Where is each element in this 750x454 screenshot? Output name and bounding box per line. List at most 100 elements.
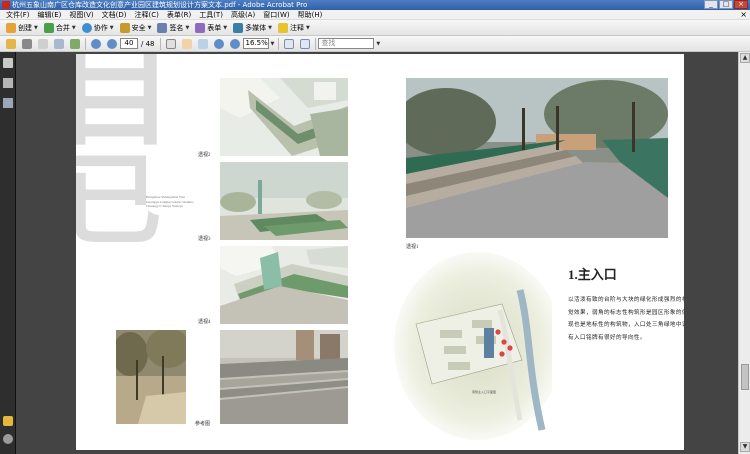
menu-help[interactable]: 帮助(H) [294, 10, 327, 19]
combine-button[interactable]: 合并 ▼ [41, 21, 79, 34]
zoom-level-input[interactable]: 16.5% [242, 38, 269, 49]
sign-button[interactable]: 签名 ▼ [154, 21, 192, 34]
find-dropdown-icon[interactable]: ▼ [374, 41, 382, 47]
forms-button[interactable]: 表单 ▼ [192, 21, 230, 34]
zoom-in-button[interactable] [227, 37, 243, 50]
email-button[interactable] [51, 37, 67, 50]
attachments-icon[interactable] [3, 434, 13, 444]
signatures-icon[interactable] [3, 98, 13, 108]
caption-view2: 透视2 [198, 153, 211, 158]
find-input[interactable]: 查找 [318, 38, 375, 49]
fit-width-button[interactable] [297, 37, 313, 50]
sign-label: 签名 [169, 23, 184, 32]
pages-icon[interactable] [3, 58, 13, 68]
zoom-in-icon [229, 38, 240, 49]
site-plan-label: 南侧主入口平面图 [472, 390, 497, 394]
form-icon [195, 22, 206, 33]
maximize-button[interactable]: □ [719, 0, 733, 9]
secure-button[interactable]: 安全 ▼ [117, 21, 155, 34]
chevron-down-icon: ▼ [34, 24, 38, 31]
film-icon [233, 22, 244, 33]
menu-comments[interactable]: 注释(C) [131, 10, 163, 19]
create-button[interactable]: 创建 ▼ [3, 21, 41, 34]
fit-page-button[interactable] [281, 37, 297, 50]
caption-reference: 参考图 [195, 422, 211, 427]
collaborate-icon [81, 22, 92, 33]
menu-document[interactable]: 文档(D) [98, 10, 131, 19]
fit-width-icon [300, 38, 311, 49]
total-pages: / 48 [141, 39, 155, 48]
menu-forms[interactable]: 表单(R) [163, 10, 195, 19]
toolbar-separator [159, 37, 161, 50]
menu-tools[interactable]: 工具(T) [195, 10, 227, 19]
menu-bar: 文件(F) 编辑(E) 视图(V) 文档(D) 注释(C) 表单(R) 工具(T… [0, 10, 750, 20]
forms-label: 表单 [207, 23, 222, 32]
pinyin-caption: Hangzhou Yuhangshan Nan Guangqu Cangku G… [146, 195, 194, 208]
collaborate-label: 协作 [93, 23, 108, 32]
caption-view3: 透视3 [198, 237, 211, 242]
pen-icon [157, 22, 168, 33]
perspective-1-image [406, 78, 668, 238]
scroll-down-icon[interactable]: ▼ [740, 442, 750, 452]
combine-label: 合并 [55, 23, 70, 32]
print-button[interactable] [19, 37, 35, 50]
printer-icon [22, 38, 32, 49]
comment-label: 注释 [290, 23, 305, 32]
upload-icon [70, 38, 80, 49]
up-arrow-icon [91, 38, 101, 49]
menu-file[interactable]: 文件(F) [2, 10, 34, 19]
cursor-icon [165, 38, 176, 49]
task-toolbar: 创建 ▼ 合并 ▼ 协作 ▼ 安全 ▼ 签名 ▼ 表单 ▼ 多媒体 ▼ 注释 ▼ [0, 20, 750, 36]
multimedia-button[interactable]: 多媒体 ▼ [230, 21, 275, 34]
fit-page-icon [284, 38, 295, 49]
create-label: 创建 [18, 23, 32, 32]
marquee-zoom-button[interactable] [195, 37, 211, 50]
vertical-scrollbar[interactable]: ▲ ▼ [738, 52, 750, 454]
chevron-down-icon: ▼ [71, 24, 76, 31]
window-title-bar: 杭州五象山南广区仓库改造文化创意产业园区建筑规划设计方案文本.pdf - Ado… [0, 0, 750, 10]
menu-window[interactable]: 窗口(W) [259, 10, 293, 19]
chevron-down-icon: ▼ [185, 24, 190, 31]
menu-view[interactable]: 视图(V) [65, 10, 97, 19]
toolbar-separator [315, 37, 317, 50]
menu-edit[interactable]: 编辑(E) [34, 10, 66, 19]
comment-icon [278, 22, 289, 33]
chevron-down-icon: ▼ [147, 24, 152, 31]
save-button[interactable] [35, 37, 51, 50]
zoom-dropdown-icon[interactable]: ▼ [269, 41, 277, 47]
reference-image-steps [220, 330, 348, 424]
hand-tool-button[interactable] [179, 37, 195, 50]
page-number-input[interactable]: 40 [120, 38, 138, 49]
document-area[interactable]: 目 已 Hangzhou Yuhangshan Nan Guangqu Cang… [16, 52, 738, 454]
collaborate-button[interactable]: 协作 ▼ [79, 21, 117, 34]
hand-icon [181, 38, 192, 49]
document-close-icon[interactable]: × [740, 10, 747, 20]
chevron-down-icon: ▼ [223, 24, 228, 31]
perspective-3-image [220, 162, 348, 240]
previous-page-button[interactable] [88, 37, 104, 50]
bookmarks-icon[interactable] [3, 78, 13, 88]
section-title: 1.主入口 [568, 267, 617, 282]
chevron-down-icon: ▼ [109, 24, 114, 31]
chevron-down-icon: ▼ [306, 24, 310, 31]
minimize-button[interactable]: _ [704, 0, 718, 9]
toolbar-separator [85, 37, 86, 50]
zoom-out-button[interactable] [211, 37, 227, 50]
select-tool-button[interactable] [163, 37, 179, 50]
comments-panel-icon[interactable] [3, 416, 13, 426]
scroll-up-icon[interactable]: ▲ [740, 53, 750, 63]
upload-button[interactable] [67, 37, 83, 50]
folder-icon [6, 38, 16, 49]
caption-view4: 透视4 [198, 320, 211, 325]
perspective-2-image [220, 78, 348, 156]
chevron-down-icon: ▼ [268, 24, 273, 31]
menu-advanced[interactable]: 高级(A) [227, 10, 259, 19]
save-icon [38, 38, 48, 49]
next-page-button[interactable] [104, 37, 120, 50]
window-controls: _ □ × [704, 0, 748, 10]
close-button[interactable]: × [734, 0, 748, 9]
reference-image-trees [116, 330, 186, 424]
scrollbar-thumb[interactable] [741, 364, 749, 390]
comment-button[interactable]: 注释 ▼ [275, 21, 313, 34]
open-button[interactable] [3, 37, 19, 50]
